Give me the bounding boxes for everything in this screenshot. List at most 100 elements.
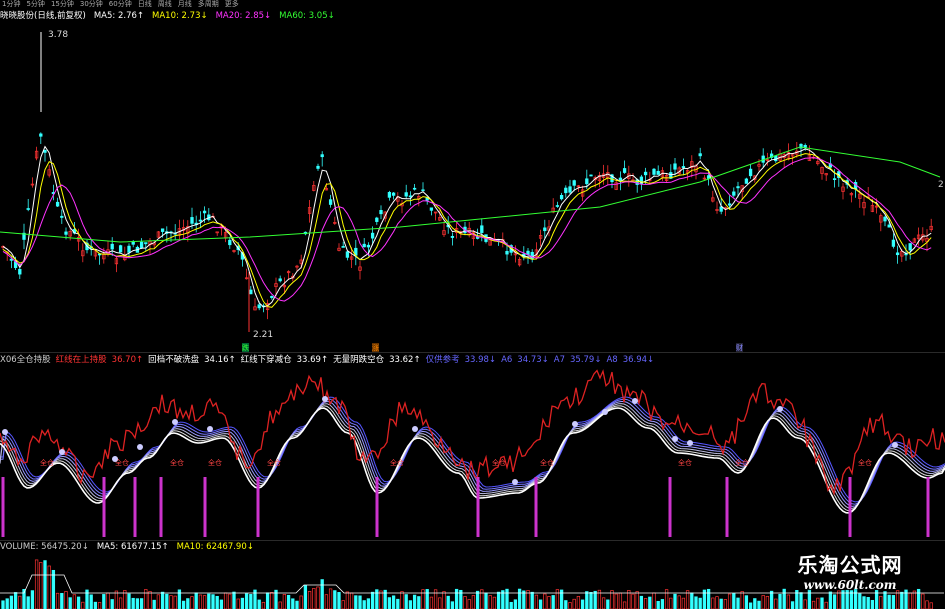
- volume-bar: [496, 591, 501, 609]
- signal-bar: [725, 477, 729, 537]
- period-tab[interactable]: 周线: [158, 0, 172, 9]
- volume-bar: [740, 591, 744, 609]
- signal-label: 全仓: [208, 458, 222, 467]
- volume-bar: [270, 592, 274, 609]
- indicator-label: A6: [501, 355, 513, 365]
- volume-bar: [421, 589, 425, 609]
- indicator-label: 回档不破洗盘: [148, 355, 200, 365]
- volume-bar: [589, 592, 593, 609]
- volume-bar: [522, 590, 526, 609]
- candle-body: [391, 192, 396, 196]
- signal-dot: [172, 419, 178, 425]
- volume-bar: [324, 594, 329, 609]
- volume-bar: [379, 590, 383, 609]
- period-tab[interactable]: 日线: [138, 0, 152, 9]
- volume-bar: [219, 599, 224, 609]
- volume-bar: [110, 599, 114, 609]
- stock-name[interactable]: 晓晓股份(日线,前复权): [0, 10, 86, 22]
- period-tab[interactable]: 多周期: [198, 0, 219, 9]
- candle-body: [530, 251, 534, 260]
- candle-body: [43, 149, 47, 153]
- signal-bar: [133, 477, 137, 537]
- candle-body: [320, 154, 324, 158]
- volume-bar: [173, 595, 177, 609]
- signal-label: 全仓: [390, 458, 404, 467]
- candle-body: [543, 227, 547, 232]
- signal-label: 全仓: [678, 458, 692, 467]
- period-tab[interactable]: 1分钟: [2, 0, 20, 9]
- candle-body: [64, 231, 68, 235]
- volume-bar: [408, 600, 413, 609]
- volume-bar: [631, 593, 635, 609]
- ma60-value: MA60: 3.05↓: [279, 11, 335, 21]
- chart-window: { "period_bar": ["1分钟","5分钟","15分钟","30分…: [0, 0, 945, 609]
- volume-bar: [673, 593, 677, 609]
- ma5-line: [2, 145, 932, 308]
- volume-bar: [580, 599, 585, 609]
- period-tab[interactable]: 5分钟: [26, 0, 44, 9]
- volume-bar: [753, 598, 757, 609]
- candle-body: [26, 208, 30, 210]
- volume-bar: [568, 602, 572, 609]
- candle-body: [450, 235, 455, 238]
- indicator-label: 无量阴跌空仓: [333, 355, 385, 365]
- volume-legend: VOLUME: 56475.20↓ MA5: 61677.15↑ MA10: 6…: [0, 541, 254, 553]
- volume-bar: [144, 589, 148, 609]
- indicator-label: 红线下穿减仓: [240, 355, 292, 365]
- volume-bar: [223, 592, 228, 609]
- volume-bar: [572, 598, 576, 609]
- period-tab[interactable]: 月线: [178, 0, 192, 9]
- volume-bar: [244, 593, 249, 609]
- volume-bar: [606, 599, 610, 609]
- volume-bar: [26, 596, 30, 609]
- signal-dot: [687, 440, 693, 446]
- candle-body: [555, 205, 560, 207]
- signal-bar: [102, 477, 106, 537]
- candle-body: [572, 180, 576, 186]
- price-chart[interactable]: [0, 22, 945, 357]
- volume-bar: [555, 589, 560, 609]
- volume-bar: [391, 595, 396, 609]
- volume-bar: [47, 565, 51, 609]
- volume-bar: [307, 591, 312, 609]
- signal-bar: [203, 477, 207, 537]
- indicator-name[interactable]: X06全仓持股: [0, 354, 51, 366]
- signal-bar: [668, 477, 672, 537]
- period-tab[interactable]: 15分钟: [51, 0, 74, 9]
- signal-label: 全仓: [492, 458, 506, 467]
- volume-bar: [517, 588, 522, 609]
- volume-bar: [30, 590, 35, 609]
- signal-bar: [534, 477, 538, 537]
- volume-bar: [429, 596, 434, 609]
- panel-divider: [0, 352, 945, 353]
- volume-bar: [757, 600, 761, 609]
- candle-body: [681, 166, 686, 169]
- volume-bar: [354, 595, 358, 609]
- signal-dot: [572, 421, 578, 427]
- volume-bar: [286, 594, 291, 609]
- volume-bar: [328, 588, 333, 609]
- volume-bar: [211, 594, 215, 609]
- volume-bar: [400, 591, 404, 609]
- candle-body: [110, 243, 114, 250]
- volume-bar: [303, 585, 308, 609]
- volume-bar: [463, 596, 467, 609]
- indicator-chart[interactable]: 全仓 全仓 全仓 全仓 全仓 全仓 全仓 全仓 全仓 全仓 全仓: [0, 367, 945, 539]
- candle-body: [408, 195, 413, 198]
- candle-body: [198, 219, 203, 222]
- volume-bar: [530, 591, 534, 609]
- volume-bar: [51, 569, 56, 609]
- candle-body: [404, 192, 408, 197]
- ma10-value: MA10: 2.73↓: [152, 11, 208, 21]
- volume-bar: [643, 598, 648, 609]
- volume-bar: [169, 595, 173, 609]
- period-tab[interactable]: 60分钟: [109, 0, 132, 9]
- period-tab[interactable]: 30分钟: [80, 0, 103, 9]
- volume-bar: [538, 599, 543, 609]
- signal-dot: [672, 436, 678, 442]
- watermark: 乐淘公式网 www.60lt.com: [765, 549, 935, 601]
- signal-bar: [375, 477, 379, 537]
- volume-bar: [690, 592, 694, 609]
- period-tab[interactable]: 更多: [225, 0, 239, 9]
- candle-body: [480, 225, 484, 233]
